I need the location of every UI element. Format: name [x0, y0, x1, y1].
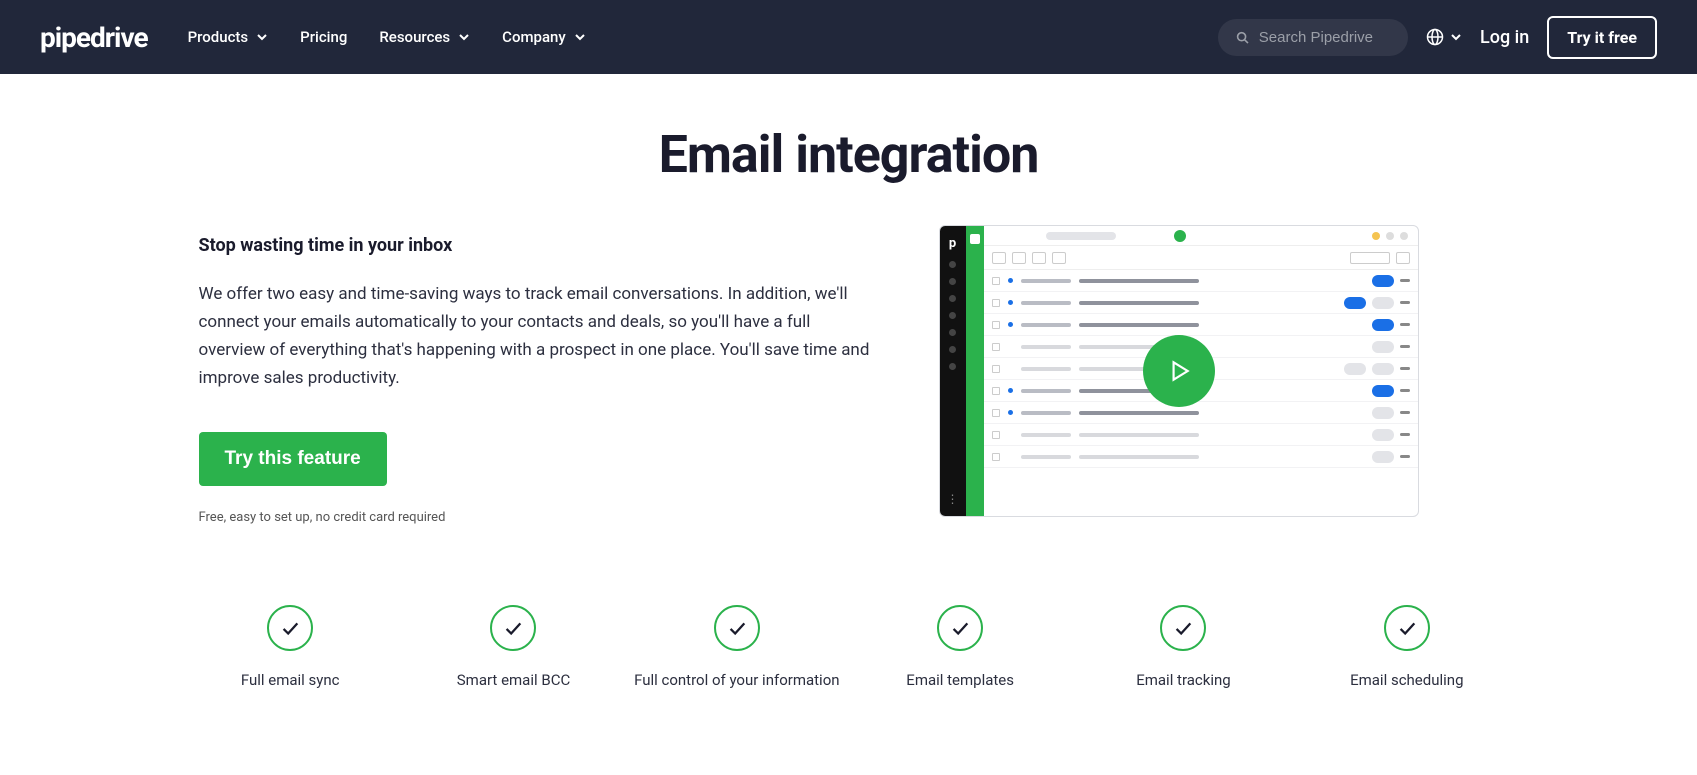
cta-subtext: Free, easy to set up, no credit card req…	[199, 510, 879, 525]
mockup-compose-col	[966, 226, 984, 516]
nav-company-label: Company	[502, 28, 566, 46]
main-header: pipedrive Products Pricing Resources Com…	[0, 0, 1697, 74]
feature-templates[interactable]: Email templates	[848, 605, 1071, 689]
feature-label: Email scheduling	[1295, 671, 1518, 689]
video-preview[interactable]: p ⋮	[939, 225, 1419, 517]
nav-pricing[interactable]: Pricing	[300, 28, 347, 46]
search-input[interactable]	[1259, 29, 1390, 46]
feature-full-control[interactable]: Full control of your information	[625, 605, 848, 689]
feature-label: Email tracking	[1072, 671, 1295, 689]
nav-resources-label: Resources	[379, 28, 450, 46]
language-switcher[interactable]	[1426, 28, 1462, 46]
mockup-sidebar: p ⋮	[940, 226, 966, 516]
feature-smart-bcc[interactable]: Smart email BCC	[402, 605, 625, 689]
check-icon	[937, 605, 983, 651]
search-icon	[1236, 30, 1249, 45]
hero-copy: Stop wasting time in your inbox We offer…	[199, 225, 879, 525]
nav-resources[interactable]: Resources	[379, 28, 470, 46]
chevron-down-icon	[1450, 31, 1462, 43]
chevron-down-icon	[256, 31, 268, 43]
primary-nav: Products Pricing Resources Company	[188, 28, 586, 46]
page-title: Email integration	[0, 124, 1697, 185]
chevron-down-icon	[574, 31, 586, 43]
feature-label: Full email sync	[179, 671, 402, 689]
feature-label: Smart email BCC	[402, 671, 625, 689]
brand-logo[interactable]: pipedrive	[40, 21, 148, 54]
feature-scheduling[interactable]: Email scheduling	[1295, 605, 1518, 689]
check-icon	[714, 605, 760, 651]
feature-list: Full email sync Smart email BCC Full con…	[139, 605, 1559, 729]
nav-products-label: Products	[188, 28, 249, 46]
nav-products[interactable]: Products	[188, 28, 269, 46]
nav-pricing-label: Pricing	[300, 28, 347, 46]
feature-label: Full control of your information	[625, 671, 848, 689]
check-icon	[267, 605, 313, 651]
play-button[interactable]	[1143, 335, 1215, 407]
hero-content: Stop wasting time in your inbox We offer…	[159, 225, 1539, 525]
feature-full-sync[interactable]: Full email sync	[179, 605, 402, 689]
check-icon	[1384, 605, 1430, 651]
search-box[interactable]	[1218, 19, 1408, 56]
play-icon	[1166, 358, 1192, 384]
chevron-down-icon	[458, 31, 470, 43]
feature-label: Email templates	[848, 671, 1071, 689]
login-link[interactable]: Log in	[1480, 27, 1529, 48]
try-free-button[interactable]: Try it free	[1547, 16, 1657, 59]
try-feature-button[interactable]: Try this feature	[199, 432, 387, 486]
check-icon	[490, 605, 536, 651]
hero-subhead: Stop wasting time in your inbox	[199, 235, 879, 256]
globe-icon	[1426, 28, 1444, 46]
check-icon	[1160, 605, 1206, 651]
feature-tracking[interactable]: Email tracking	[1072, 605, 1295, 689]
hero-body: We offer two easy and time-saving ways t…	[199, 280, 879, 392]
nav-company[interactable]: Company	[502, 28, 586, 46]
